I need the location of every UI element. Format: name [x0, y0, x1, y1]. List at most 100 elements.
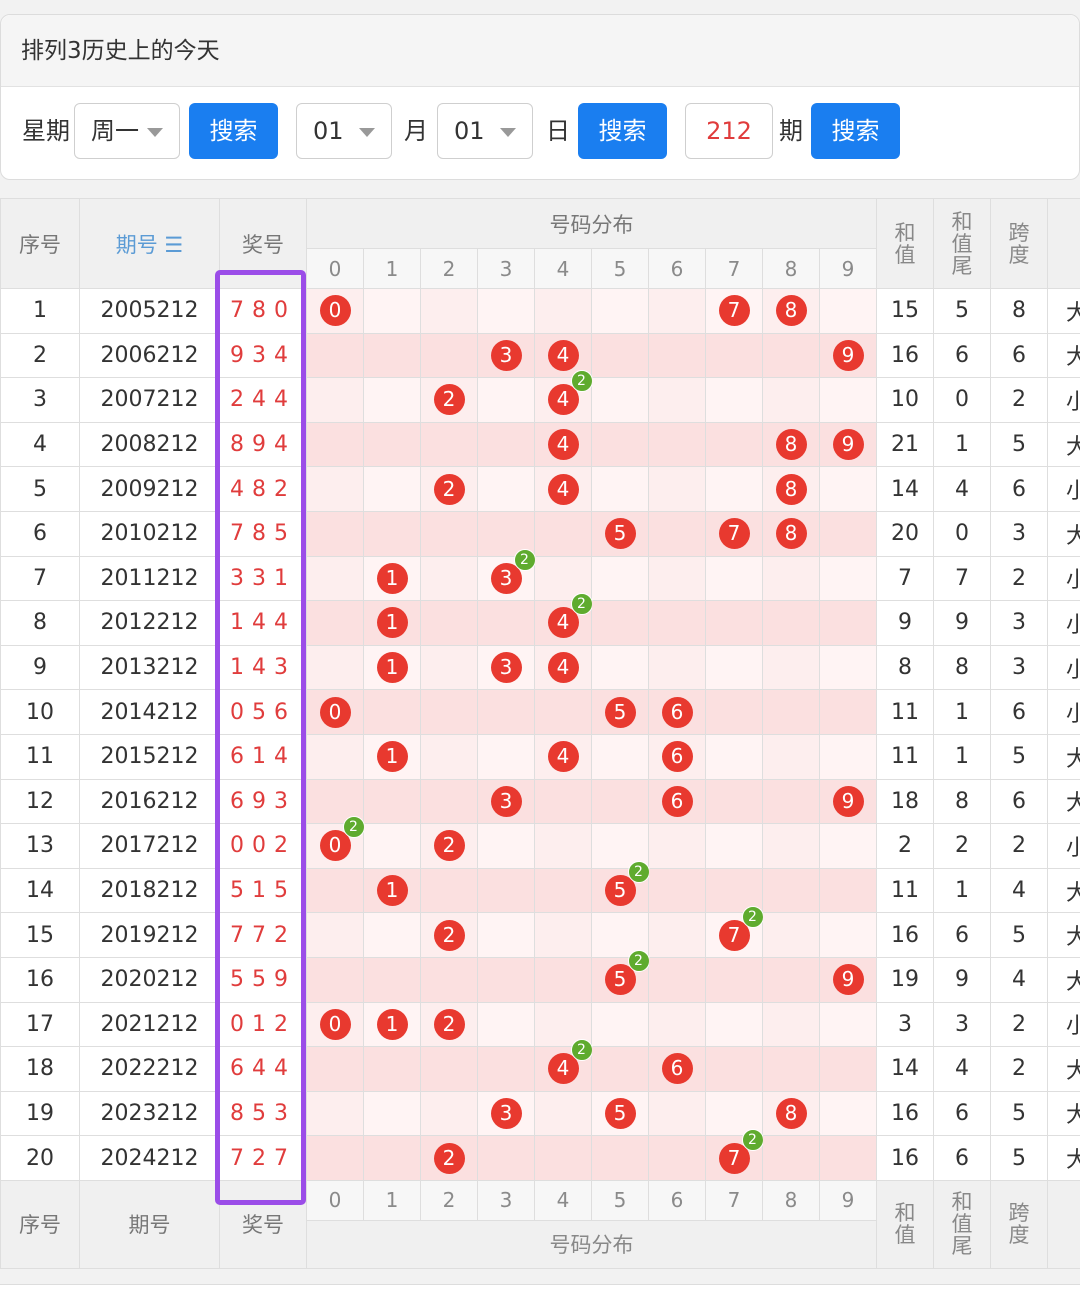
day-value: 01: [454, 117, 485, 145]
row-sum: 15: [877, 289, 934, 334]
row-span: 2: [991, 1002, 1048, 1047]
row-sum: 16: [877, 913, 934, 958]
row-period: 2021212: [80, 1002, 220, 1047]
number-ball: 42: [548, 1053, 579, 1084]
number-ball: 9: [833, 340, 864, 371]
dist-cell-2: [421, 1091, 478, 1136]
dist-cell-2: 2: [421, 467, 478, 512]
number-ball: 72: [719, 1143, 750, 1174]
month-select[interactable]: 01: [296, 103, 392, 159]
dist-cell-4: 4: [535, 422, 592, 467]
row-draw: 894: [220, 422, 307, 467]
dist-cell-0: [307, 734, 364, 779]
number-ball: 8: [776, 295, 807, 326]
date-search-button[interactable]: 搜索: [578, 103, 667, 159]
dist-cell-0: [307, 1047, 364, 1092]
weekday-search-button[interactable]: 搜索: [189, 103, 278, 159]
table-row: 82012212144142993小: [1, 601, 1080, 646]
dist-cell-5: [592, 1047, 649, 1092]
repeat-count-badge: 2: [571, 1039, 593, 1061]
row-size: 大: [1048, 779, 1080, 824]
dist-cell-0: [307, 422, 364, 467]
row-sum-tail: 6: [934, 333, 991, 378]
dist-cell-5: 52: [592, 957, 649, 1002]
row-size: 大: [1048, 1091, 1080, 1136]
dist-cell-7: [706, 556, 763, 601]
day-select[interactable]: 01: [437, 103, 533, 159]
col-period-sort[interactable]: 期号 ☰: [80, 199, 220, 289]
dist-cell-8: 8: [763, 1091, 820, 1136]
dist-cell-1: 1: [364, 734, 421, 779]
table-row: 1820222126444261442大: [1, 1047, 1080, 1092]
dist-cell-8: [763, 734, 820, 779]
chevron-down-icon: [500, 128, 516, 137]
dist-cell-5: 5: [592, 690, 649, 735]
row-sum-tail: 8: [934, 779, 991, 824]
row-span: 5: [991, 913, 1048, 958]
foot-sum-tail: 和值尾: [934, 1180, 991, 1268]
row-period: 2008212: [80, 422, 220, 467]
dist-cell-0: [307, 1136, 364, 1181]
dist-cell-7: 72: [706, 1136, 763, 1181]
foot-span: 跨度: [991, 1180, 1048, 1268]
dist-cell-1: 1: [364, 556, 421, 601]
period-search-button[interactable]: 搜索: [811, 103, 900, 159]
dist-cell-0: 0: [307, 289, 364, 334]
row-span: 3: [991, 645, 1048, 690]
row-sum: 14: [877, 1047, 934, 1092]
weekday-select[interactable]: 周一: [74, 103, 180, 159]
row-index: 18: [1, 1047, 80, 1092]
dist-cell-6: 6: [649, 734, 706, 779]
dist-cell-6: [649, 378, 706, 423]
dist-cell-0: [307, 913, 364, 958]
number-ball: 2: [434, 830, 465, 861]
dist-cell-4: 42: [535, 1047, 592, 1092]
dist-cell-3: 32: [478, 556, 535, 601]
period-input[interactable]: 212: [685, 103, 773, 159]
dist-cell-1: [364, 1091, 421, 1136]
number-ball: 3: [491, 340, 522, 371]
row-sum-tail: 3: [934, 1002, 991, 1047]
row-sum-tail: 6: [934, 1136, 991, 1181]
dist-cell-7: [706, 645, 763, 690]
row-draw: 331: [220, 556, 307, 601]
dist-cell-8: [763, 333, 820, 378]
row-draw: 934: [220, 333, 307, 378]
foot-digit-5: 5: [592, 1180, 649, 1220]
dist-cell-2: [421, 422, 478, 467]
dist-cell-9: [820, 289, 877, 334]
head-digit-2: 2: [421, 249, 478, 289]
number-ball: 1: [377, 652, 408, 683]
row-size: 大: [1048, 511, 1080, 556]
dist-cell-6: [649, 824, 706, 869]
number-ball: 7: [719, 518, 750, 549]
dist-cell-7: [706, 957, 763, 1002]
dist-cell-5: [592, 779, 649, 824]
row-span: 5: [991, 422, 1048, 467]
row-sum: 19: [877, 957, 934, 1002]
dist-cell-7: [706, 601, 763, 646]
row-size: 大: [1048, 1136, 1080, 1181]
dist-cell-5: 5: [592, 511, 649, 556]
dist-cell-7: [706, 690, 763, 735]
row-draw: 727: [220, 1136, 307, 1181]
repeat-count-badge: 2: [571, 593, 593, 615]
row-span: 3: [991, 601, 1048, 646]
dist-cell-2: [421, 289, 478, 334]
dist-cell-5: [592, 1002, 649, 1047]
row-index: 2: [1, 333, 80, 378]
row-period: 2024212: [80, 1136, 220, 1181]
dist-cell-6: [649, 913, 706, 958]
dist-cell-1: [364, 378, 421, 423]
dist-cell-6: [649, 601, 706, 646]
dist-cell-8: [763, 645, 820, 690]
dist-cell-3: [478, 422, 535, 467]
dist-cell-0: [307, 1091, 364, 1136]
row-index: 9: [1, 645, 80, 690]
dist-cell-9: 9: [820, 957, 877, 1002]
dist-cell-0: [307, 868, 364, 913]
dist-cell-7: 72: [706, 913, 763, 958]
table-row: 72011212331132772小: [1, 556, 1080, 601]
row-span: 5: [991, 1136, 1048, 1181]
row-span: 4: [991, 868, 1048, 913]
